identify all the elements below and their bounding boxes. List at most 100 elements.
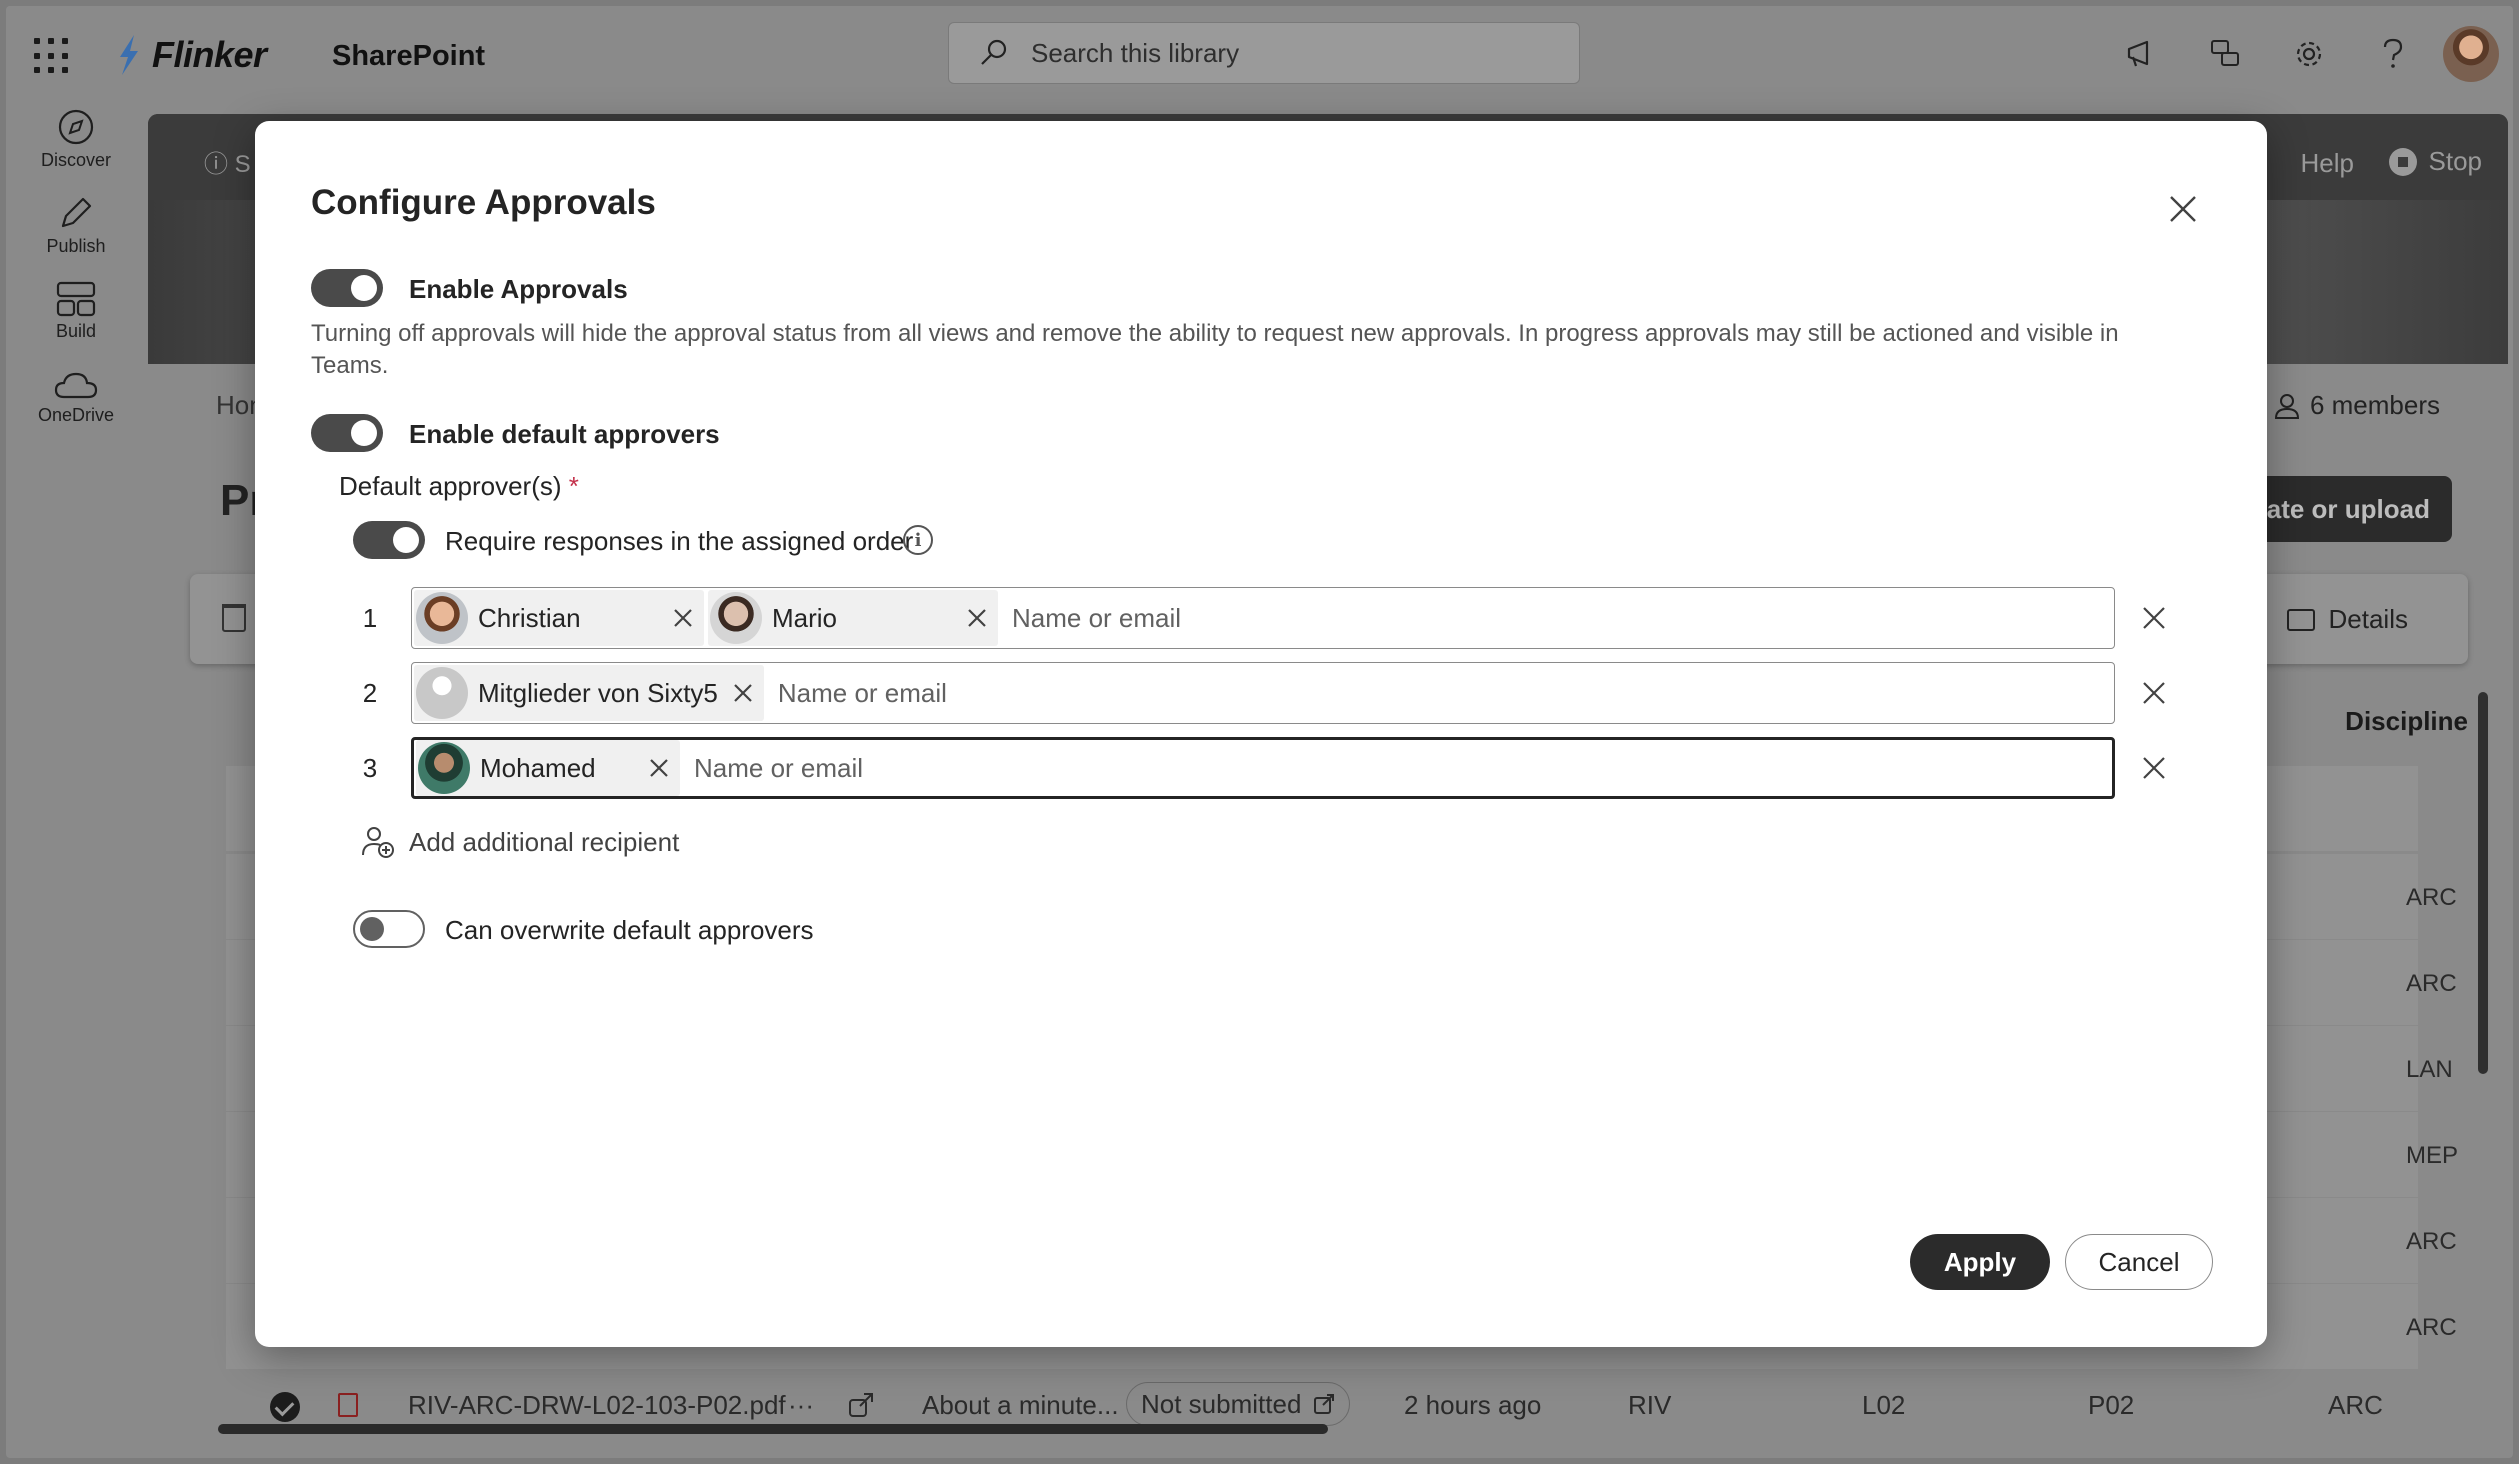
add-additional-recipient-button[interactable]: Add additional recipient [361, 825, 679, 859]
megaphone-icon[interactable] [2099, 24, 2183, 84]
stop-icon [2388, 147, 2417, 176]
name-or-email-input[interactable] [1002, 590, 2114, 646]
rail-build[interactable]: Build [6, 268, 146, 354]
column-header-discipline[interactable]: Discipline [2345, 706, 2468, 737]
bolt-icon [120, 35, 138, 75]
info-icon[interactable]: i [903, 525, 933, 555]
person-chip-group[interactable]: Mitglieder von Sixty5 [414, 665, 764, 721]
members-label: 6 members [2309, 390, 2440, 420]
file-name[interactable]: RIV-ARC-DRW-L02-103-P02.pdf [408, 1390, 786, 1421]
details-label: Details [2328, 604, 2408, 634]
remove-person-icon[interactable] [672, 607, 694, 629]
approver-row-2: 2 Mitglieder von Sixty5 [355, 662, 2165, 724]
remove-row-icon[interactable] [2141, 680, 2167, 706]
cancel-button[interactable]: Cancel [2065, 1234, 2213, 1290]
approval-status-pill[interactable]: Not submitted [1126, 1382, 1351, 1426]
discipline-cell: ARC [2328, 1390, 2383, 1420]
brand-name: Flinker [152, 34, 267, 75]
layout-icon [56, 281, 96, 316]
enable-approvals-label: Enable Approvals [409, 274, 628, 304]
discipline-cell: ARC [2406, 970, 2457, 997]
person-chip-mario[interactable]: Mario [708, 590, 998, 646]
details-pane-icon [2286, 608, 2315, 631]
stop-label: Stop [2428, 146, 2483, 176]
approvals-description: Turning off approvals will hide the appr… [311, 320, 2119, 379]
person-avatar [418, 742, 470, 794]
configure-approvals-dialog: Configure Approvals Enable Approvals Tur… [255, 121, 2267, 1347]
members-button[interactable]: 6 members [2274, 390, 2440, 421]
open-external-icon [1314, 1394, 1335, 1414]
can-overwrite-toggle[interactable] [353, 910, 425, 948]
brand-logo[interactable]: Flinker [116, 34, 267, 76]
enable-approvals-toggle[interactable] [311, 269, 383, 307]
project-cell: RIV [1628, 1390, 1672, 1420]
can-overwrite-label: Can overwrite default approvers [445, 915, 814, 945]
discipline-cell: ARC [2406, 884, 2457, 911]
approver-step-number: 3 [362, 753, 378, 783]
remove-person-icon[interactable] [648, 757, 670, 779]
pen-icon [61, 197, 92, 227]
dialog-title: Configure Approvals [311, 183, 656, 222]
remove-row-icon[interactable] [2141, 605, 2167, 631]
vertical-scrollbar[interactable] [2478, 692, 2488, 1074]
stop-button[interactable]: Stop [2388, 146, 2483, 177]
rail-onedrive[interactable]: OneDrive [6, 354, 146, 440]
require-order-toggle[interactable] [353, 521, 425, 559]
pdf-file-icon [338, 1393, 358, 1417]
person-name: Mario [772, 602, 838, 633]
settings-gear-icon[interactable] [2267, 24, 2351, 84]
app-name[interactable]: SharePoint [332, 40, 485, 73]
search-placeholder: Search this library [1031, 37, 1240, 68]
help-question-icon[interactable] [2351, 24, 2435, 84]
revision-cell: P02 [2088, 1390, 2135, 1420]
search-box[interactable]: Search this library [948, 22, 1580, 84]
default-approvers-text: Default approver(s) [339, 471, 562, 501]
approver-picker-3[interactable]: Mohamed [411, 737, 2115, 799]
remove-row-icon[interactable] [2141, 755, 2167, 781]
name-or-email-input[interactable] [684, 740, 2112, 796]
user-avatar[interactable] [2443, 26, 2499, 82]
modified-by: About a minute... [922, 1390, 1119, 1420]
app-launcher-icon[interactable] [34, 38, 70, 74]
person-avatar [710, 592, 762, 644]
remove-person-icon[interactable] [732, 682, 754, 704]
person-name: Christian [478, 602, 581, 633]
more-actions[interactable]: ··· [788, 1390, 814, 1421]
left-rail: Discover Publish Build OneDrive [6, 96, 146, 1458]
person-name: Mitglieder von Sixty5 [478, 677, 718, 708]
enable-default-approvers-toggle[interactable] [311, 414, 383, 452]
feedback-icon[interactable] [2183, 24, 2267, 84]
discipline-cell: MEP [2406, 1142, 2459, 1169]
apply-button[interactable]: Apply [1910, 1234, 2050, 1290]
horizontal-scrollbar[interactable] [218, 1424, 1328, 1434]
rail-label: OneDrive [37, 404, 115, 425]
details-button[interactable]: Details [2286, 604, 2408, 635]
rail-publish[interactable]: Publish [6, 182, 146, 268]
modified-cell: 2 hours ago [1404, 1390, 1542, 1420]
rail-label: Build [55, 320, 97, 341]
cloud-icon [54, 372, 98, 398]
close-icon[interactable] [2165, 191, 2201, 227]
rail-discover[interactable]: Discover [6, 96, 146, 182]
discipline-cell: ARC [2406, 1314, 2457, 1341]
delete-icon[interactable] [222, 604, 246, 632]
person-chip-christian[interactable]: Christian [414, 590, 704, 646]
approver-step-number: 2 [362, 678, 378, 708]
approver-picker-1[interactable]: Christian Mario [411, 587, 2115, 649]
add-recipient-label: Add additional recipient [409, 826, 680, 857]
person-avatar [416, 592, 468, 644]
enable-default-approvers-label: Enable default approvers [409, 419, 720, 449]
approver-picker-2[interactable]: Mitglieder von Sixty5 [411, 662, 2115, 724]
help-link[interactable]: Help [2301, 148, 2354, 179]
row-checkbox[interactable] [270, 1392, 300, 1422]
rail-label: Publish [46, 235, 106, 256]
hero-info: ⓘ S [204, 151, 251, 178]
name-or-email-input[interactable] [767, 665, 2114, 721]
person-chip-mohamed[interactable]: Mohamed [416, 740, 680, 796]
group-avatar [416, 667, 468, 719]
share-icon[interactable] [848, 1392, 874, 1425]
add-person-icon [362, 827, 394, 858]
status-label: Not submitted [1141, 1388, 1302, 1419]
remove-person-icon[interactable] [966, 607, 988, 629]
require-order-label: Require responses in the assigned order [445, 526, 914, 556]
